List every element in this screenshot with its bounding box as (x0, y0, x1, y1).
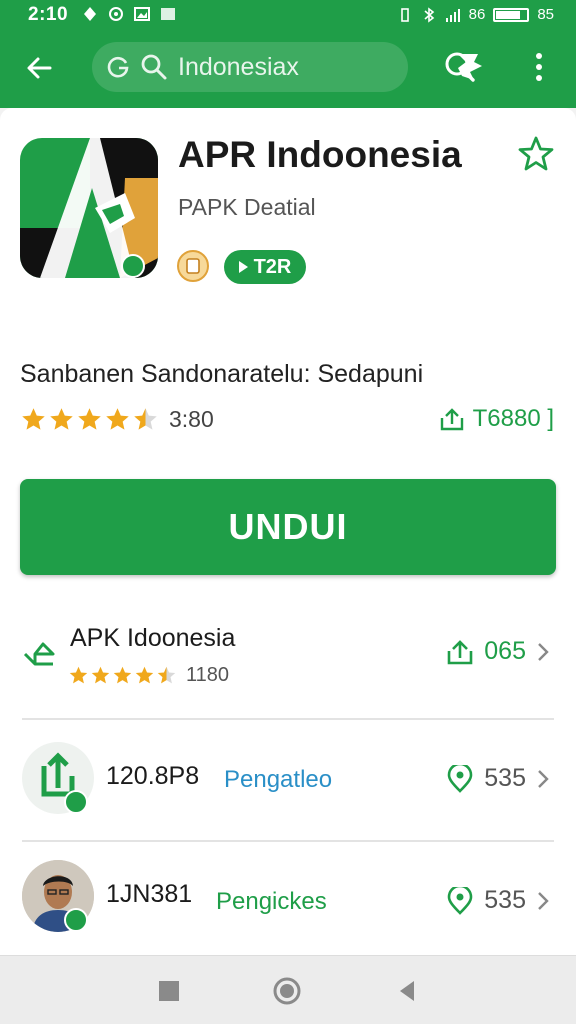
bluetooth-icon (424, 6, 434, 23)
list-item-title: 120.8P8 (106, 762, 200, 790)
rating-stars (68, 665, 177, 686)
system-nav-bar (0, 955, 576, 1024)
chevron-right-icon (538, 642, 549, 661)
battery-label: 85 (537, 6, 554, 23)
list-item-meta-value: 535 (484, 886, 526, 914)
app-title: APR Indoonesia (178, 134, 462, 175)
photo-icon (161, 8, 175, 20)
search-icon[interactable] (440, 47, 480, 87)
developer-name[interactable]: PAPK Deatial (178, 194, 316, 221)
list-item-rating: 1180 (186, 664, 230, 686)
verified-badge-icon (64, 908, 88, 932)
list-item-title: 1JN381 (106, 880, 193, 908)
search-bar[interactable]: Indonesiax (92, 42, 482, 92)
rating-value: 3:80 (169, 405, 214, 432)
back-arrow-icon[interactable] (20, 48, 60, 88)
list-item-meta-value: 535 (484, 764, 526, 792)
download-count: T6880 ] (439, 403, 554, 435)
list-item-meta: 535 (446, 886, 550, 915)
google-icon (107, 56, 129, 78)
location-icon (84, 7, 96, 21)
star-icon (22, 407, 45, 430)
sync-icon (109, 7, 123, 21)
star-icon (106, 407, 129, 430)
list-item-link[interactable]: Pengickes (216, 888, 327, 916)
toolbar: Indonesiax (0, 30, 576, 108)
battery-icon (493, 7, 530, 22)
home-circle-icon[interactable] (272, 976, 302, 1006)
star-icon (91, 666, 110, 684)
back-triangle-icon[interactable] (392, 976, 422, 1006)
list-item-meta: 535 (446, 764, 550, 793)
play-icon (238, 261, 248, 273)
app-subtitle: Sanbanen Sandonaratelu: Sedapuni (20, 360, 424, 388)
list-item-meta: 065 (446, 637, 550, 666)
chevron-right-icon (538, 891, 549, 910)
share-arrow-icon (23, 642, 55, 666)
upload-icon (447, 639, 473, 664)
app-tag-badge[interactable]: T2R (224, 250, 306, 284)
rating-stars (20, 406, 159, 433)
search-icon (141, 54, 167, 80)
app-logo-icon[interactable] (20, 138, 158, 278)
vibrate-icon (400, 7, 409, 22)
status-bar: 2:10 86 85 (0, 0, 576, 30)
related-list: APK Idoonesia 1180 065 120.8P8 Pengatleo… (0, 600, 576, 955)
status-time: 2:10 (28, 4, 69, 25)
recents-square-icon[interactable] (154, 976, 184, 1006)
list-item[interactable]: 120.8P8 Pengatleo 535 (0, 720, 576, 840)
list-item-title: APK Idoonesia (70, 624, 236, 652)
list-item[interactable]: APK Idoonesia 1180 065 (0, 600, 576, 718)
list-item-meta-value: 065 (484, 637, 526, 665)
star-icon (157, 666, 176, 684)
install-button[interactable]: UNDUI (20, 479, 556, 575)
star-icon (134, 407, 157, 430)
network-label: 86 (468, 6, 486, 23)
app-detail-card: APR Indoonesia PAPK Deatial T2R Sanbanen… (0, 108, 576, 600)
award-badge-icon (177, 250, 209, 282)
search-query: Indonesiax (178, 53, 299, 81)
verified-badge-icon (64, 790, 88, 814)
upload-icon (440, 408, 463, 431)
list-item-link[interactable]: Pengatleo (224, 766, 332, 794)
list-item-stars: 1180 (68, 664, 229, 687)
star-icon (78, 407, 101, 430)
download-value: T6880 ] (472, 405, 554, 432)
star-icon (69, 666, 88, 684)
star-icon (50, 407, 73, 430)
star-icon (113, 666, 132, 684)
rating-row: 3:80 (20, 403, 214, 435)
location-pin-icon (447, 764, 473, 793)
tag-label: T2R (253, 255, 292, 278)
chevron-right-icon (538, 769, 549, 788)
more-vert-icon[interactable] (524, 47, 554, 87)
app-bar: 2:10 86 85 Indonesiax (0, 0, 576, 108)
image-icon (134, 7, 150, 21)
list-item[interactable]: 1JN381 Pengickes 535 (0, 842, 576, 955)
location-pin-icon (447, 886, 473, 915)
star-icon (135, 666, 154, 684)
signal-icon (445, 8, 460, 22)
star-outline-icon[interactable] (516, 134, 556, 174)
